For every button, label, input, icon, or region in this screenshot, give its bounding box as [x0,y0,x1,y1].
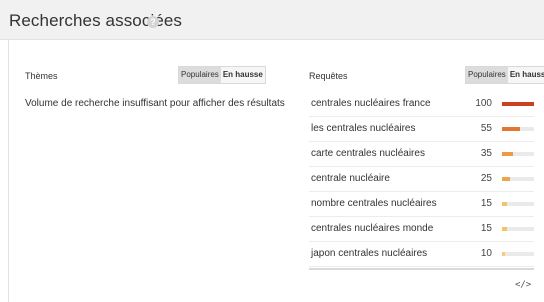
query-bar-fill [502,252,505,256]
list-scroll-edge [309,268,534,270]
query-label: les centrales nucléaires [311,123,416,134]
query-row[interactable]: centrale nucléaire 25 [309,167,534,192]
embed-code-icon[interactable]: </> [515,280,531,290]
query-bar-track [502,152,534,156]
panel-left-border [8,40,9,302]
themes-label: Thèmes [25,71,58,81]
query-value: 15 [480,198,492,209]
query-bar-track [502,202,534,206]
query-label: centrales nucléaires france [311,98,431,109]
queries-popular-tab[interactable]: Populaires [466,67,508,83]
query-bar-fill [502,127,520,131]
question-icon[interactable]: ? [147,16,159,28]
query-bar-fill [502,152,513,156]
panel-header: Recherches associées ? [0,0,544,40]
themes-toggle: Populaires En hausse [178,66,266,84]
query-bar-track [502,127,534,131]
query-bar-track [502,177,534,181]
query-row[interactable]: japon centrales nucléaires 10 [309,242,534,267]
query-bar-fill [502,177,510,181]
query-value: 15 [480,223,492,234]
themes-empty-message: Volume de recherche insuffisant pour aff… [25,98,285,109]
themes-popular-tab[interactable]: Populaires [179,67,221,83]
query-bar-track [502,252,534,256]
query-value: 55 [480,123,492,134]
query-value: 35 [480,148,492,159]
query-row[interactable]: nombre centrales nucléaires 15 [309,192,534,217]
query-bar-track [502,227,534,231]
related-searches-panel: Recherches associées ? Thèmes Populaires… [0,0,544,302]
queries-toggle: Populaires En hausse [465,66,544,84]
query-label: centrales nucléaires monde [311,223,434,234]
queries-label: Requêtes [309,71,348,81]
query-label: japon centrales nucléaires [311,248,428,259]
query-row[interactable]: centrales nucléaires france 100 [309,92,534,117]
query-row[interactable]: carte centrales nucléaires 35 [309,142,534,167]
query-bar-track [502,102,534,106]
query-label: nombre centrales nucléaires [311,198,437,209]
query-label: centrale nucléaire [311,173,390,184]
query-row[interactable]: les centrales nucléaires 55 [309,117,534,142]
query-value: 25 [480,173,492,184]
query-label: carte centrales nucléaires [311,148,425,159]
query-bar-fill [502,227,507,231]
themes-rising-tab[interactable]: En hausse [220,67,265,83]
query-row[interactable]: centrales nucléaires monde 15 [309,217,534,242]
query-bar-fill [502,102,534,106]
query-bar-fill [502,202,507,206]
query-value: 100 [475,98,492,109]
queries-rising-tab[interactable]: En hausse [507,67,544,83]
query-value: 10 [480,248,492,259]
